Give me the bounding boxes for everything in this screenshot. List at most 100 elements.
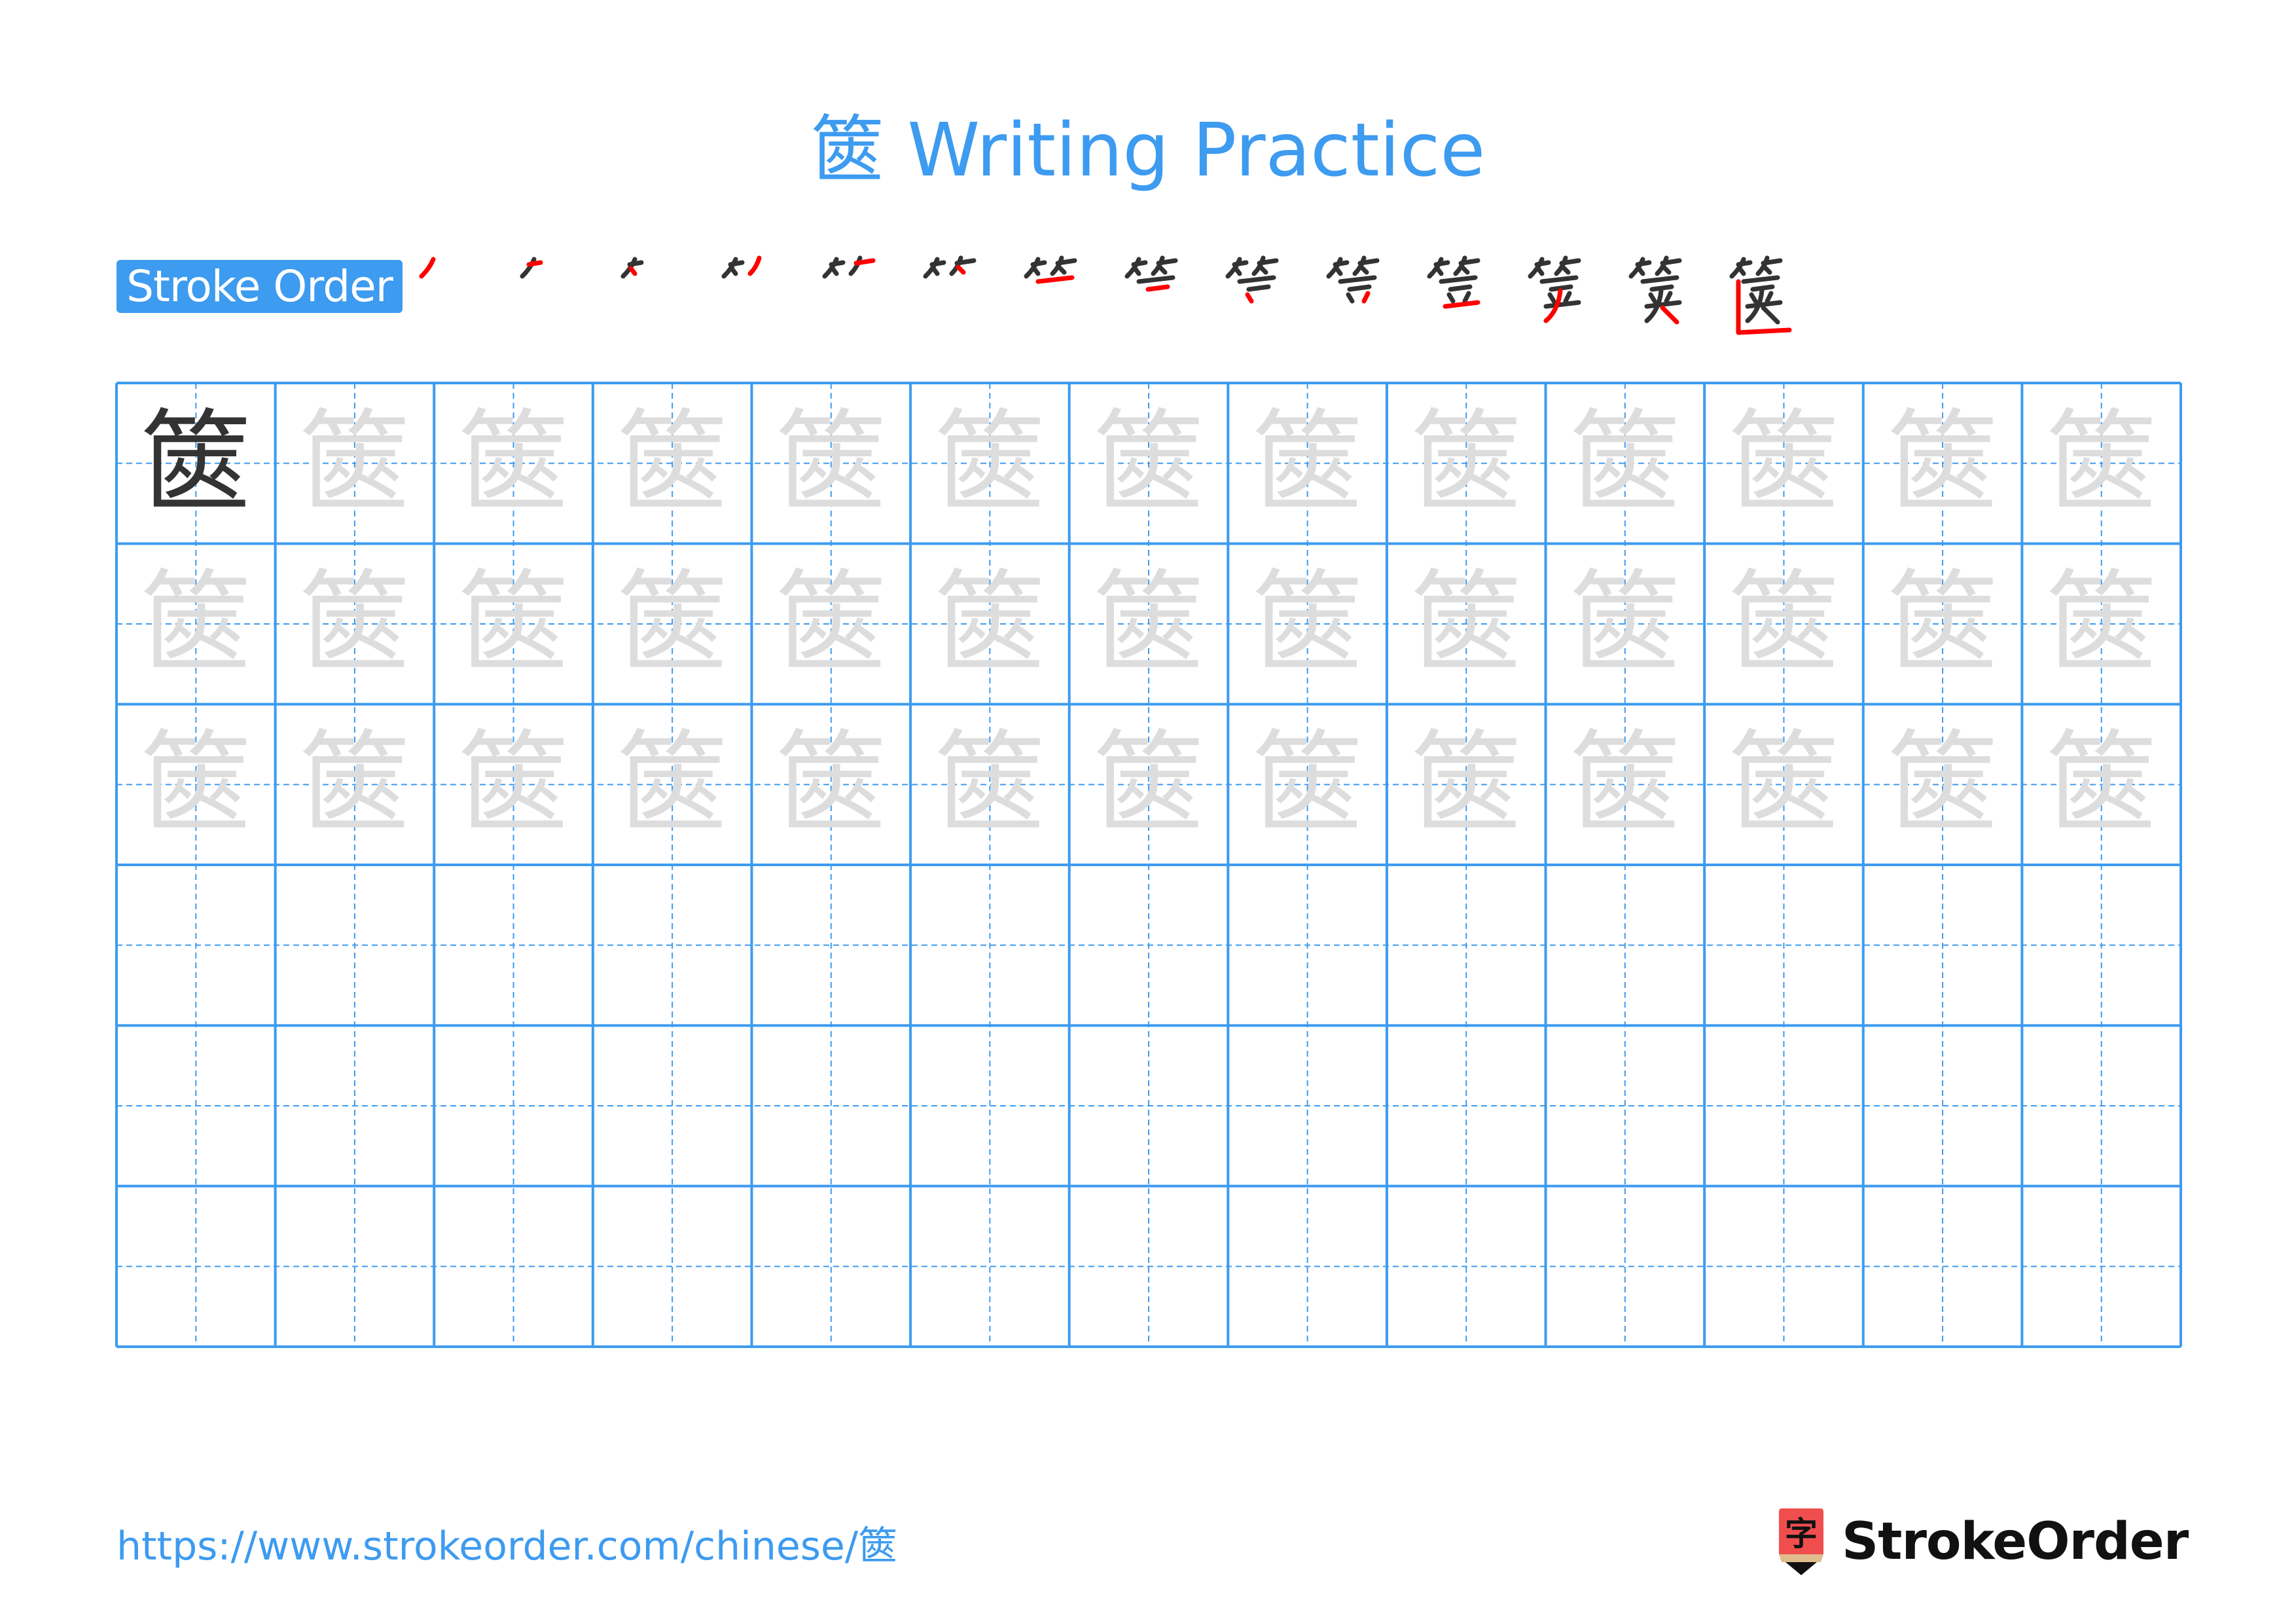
empty-practice-cell[interactable] (1069, 865, 1229, 1025)
previous-stroke (1648, 292, 1657, 304)
tracing-character: 篋 (1410, 720, 1522, 850)
page-title: 篋 Writing Practice (0, 105, 2296, 196)
tracing-cell: 篋 (1228, 543, 1387, 704)
previous-stroke (1547, 292, 1556, 304)
empty-practice-cell[interactable] (1546, 1025, 1705, 1186)
empty-practice-cell[interactable] (1387, 1186, 1546, 1347)
empty-practice-cell[interactable] (2022, 1025, 2181, 1186)
previous-stroke (1056, 264, 1067, 275)
stroke-order-step-glyph (1528, 255, 1581, 323)
empty-practice-cell[interactable] (1863, 1186, 2022, 1347)
empty-practice-cell[interactable] (910, 1186, 1069, 1347)
tracing-character: 篋 (775, 720, 887, 850)
stroke-order-step-glyph (620, 257, 644, 279)
title-character: 篋 (810, 108, 884, 193)
empty-practice-cell[interactable] (593, 865, 752, 1025)
new-stroke (747, 255, 762, 276)
empty-practice-cell[interactable] (1704, 865, 1863, 1025)
previous-stroke (1660, 258, 1682, 266)
previous-stroke (1237, 275, 1276, 284)
stroke-order-step-8 (1124, 255, 1190, 338)
stroke-order-step-14 (1729, 255, 1795, 338)
tracing-cell: 篋 (276, 543, 435, 704)
stroke-order-step-glyph (822, 255, 876, 279)
tracing-cell: 篋 (1546, 383, 1705, 543)
empty-practice-cell[interactable] (1228, 1186, 1387, 1347)
new-stroke (956, 264, 966, 275)
empty-practice-cell[interactable] (1228, 865, 1387, 1025)
previous-stroke (1737, 266, 1746, 276)
empty-practice-cell[interactable] (276, 1186, 435, 1347)
new-stroke (628, 266, 637, 276)
empty-practice-cell[interactable] (117, 1186, 276, 1347)
stroke-order-step-glyph (721, 255, 762, 279)
previous-stroke (1559, 258, 1581, 266)
previous-stroke (1539, 275, 1579, 284)
empty-practice-cell[interactable] (276, 865, 435, 1025)
empty-practice-cell[interactable] (276, 1025, 435, 1186)
empty-practice-cell[interactable] (1863, 865, 2022, 1025)
empty-practice-cell[interactable] (910, 865, 1069, 1025)
empty-practice-cell[interactable] (1069, 1186, 1229, 1347)
previous-stroke (954, 258, 977, 266)
empty-practice-cell[interactable] (593, 1186, 752, 1347)
empty-practice-cell[interactable] (1546, 1186, 1705, 1347)
previous-stroke (1458, 258, 1480, 266)
previous-stroke (1233, 266, 1242, 276)
previous-stroke (1338, 275, 1377, 284)
empty-practice-cell[interactable] (117, 865, 276, 1025)
stroke-order-step-6 (923, 255, 988, 338)
tracing-cell: 篋 (1228, 704, 1387, 865)
tracing-character: 篋 (457, 720, 569, 850)
previous-stroke (1446, 292, 1456, 304)
previous-stroke (728, 260, 745, 267)
empty-practice-cell[interactable] (2022, 1186, 2181, 1347)
previous-stroke (1640, 275, 1679, 284)
previous-stroke (1543, 300, 1581, 309)
tracing-cell: 篋 (1069, 704, 1229, 865)
empty-practice-cell[interactable] (1704, 1025, 1863, 1186)
empty-practice-cell[interactable] (751, 1186, 910, 1347)
empty-practice-cell[interactable] (1863, 1025, 2022, 1186)
tracing-character: 篋 (1887, 720, 1999, 850)
empty-practice-cell[interactable] (910, 1025, 1069, 1186)
empty-practice-cell[interactable] (434, 865, 593, 1025)
tracing-cell: 篋 (910, 383, 1069, 543)
empty-practice-cell[interactable] (434, 1025, 593, 1186)
empty-practice-cell[interactable] (1704, 1186, 1863, 1347)
previous-stroke (1765, 291, 1774, 304)
tracing-cell: 篋 (1863, 543, 2022, 704)
empty-practice-cell[interactable] (1546, 865, 1705, 1025)
empty-practice-cell[interactable] (1069, 1025, 1229, 1186)
tracing-cell: 篋 (593, 543, 752, 704)
footer-url-link[interactable]: https://www.strokeorder.com/chinese/篋 (117, 1520, 897, 1573)
empty-practice-cell[interactable] (1387, 865, 1546, 1025)
empty-practice-cell[interactable] (751, 1025, 910, 1186)
previous-stroke (931, 266, 940, 276)
empty-practice-cell[interactable] (434, 1186, 593, 1347)
previous-stroke (1661, 264, 1672, 275)
empty-practice-cell[interactable] (1228, 1025, 1387, 1186)
empty-practice-cell[interactable] (117, 1025, 276, 1186)
tracing-cell: 篋 (434, 383, 593, 543)
empty-practice-cell[interactable] (751, 865, 910, 1025)
tracing-cell: 篋 (434, 704, 593, 865)
tracing-cell: 篋 (1704, 543, 1863, 704)
strokeorder-logo[interactable]: 字 StrokeOrder (1778, 1506, 2189, 1578)
previous-stroke (1741, 275, 1780, 284)
tracing-cell: 篋 (1863, 383, 2022, 543)
stroke-order-step-glyph (1628, 255, 1682, 325)
new-stroke (853, 258, 876, 266)
previous-stroke (848, 255, 863, 276)
stroke-order-step-glyph (1326, 255, 1380, 304)
empty-practice-cell[interactable] (1387, 1025, 1546, 1186)
empty-practice-cell[interactable] (593, 1025, 752, 1186)
stroke-order-step-11 (1427, 255, 1492, 338)
empty-practice-cell[interactable] (2022, 865, 2181, 1025)
tracing-character: 篋 (1887, 398, 1999, 528)
tracing-character: 篋 (140, 558, 252, 689)
practice-grid: 篋篋篋篋篋篋篋篋篋篋篋篋篋篋篋篋篋篋篋篋篋篋篋篋篋篋篋篋篋篋篋篋篋篋篋篋篋篋篋 (115, 382, 2182, 1348)
tracing-cell: 篋 (751, 704, 910, 865)
previous-stroke (1347, 284, 1372, 292)
tracing-cell: 篋 (910, 543, 1069, 704)
